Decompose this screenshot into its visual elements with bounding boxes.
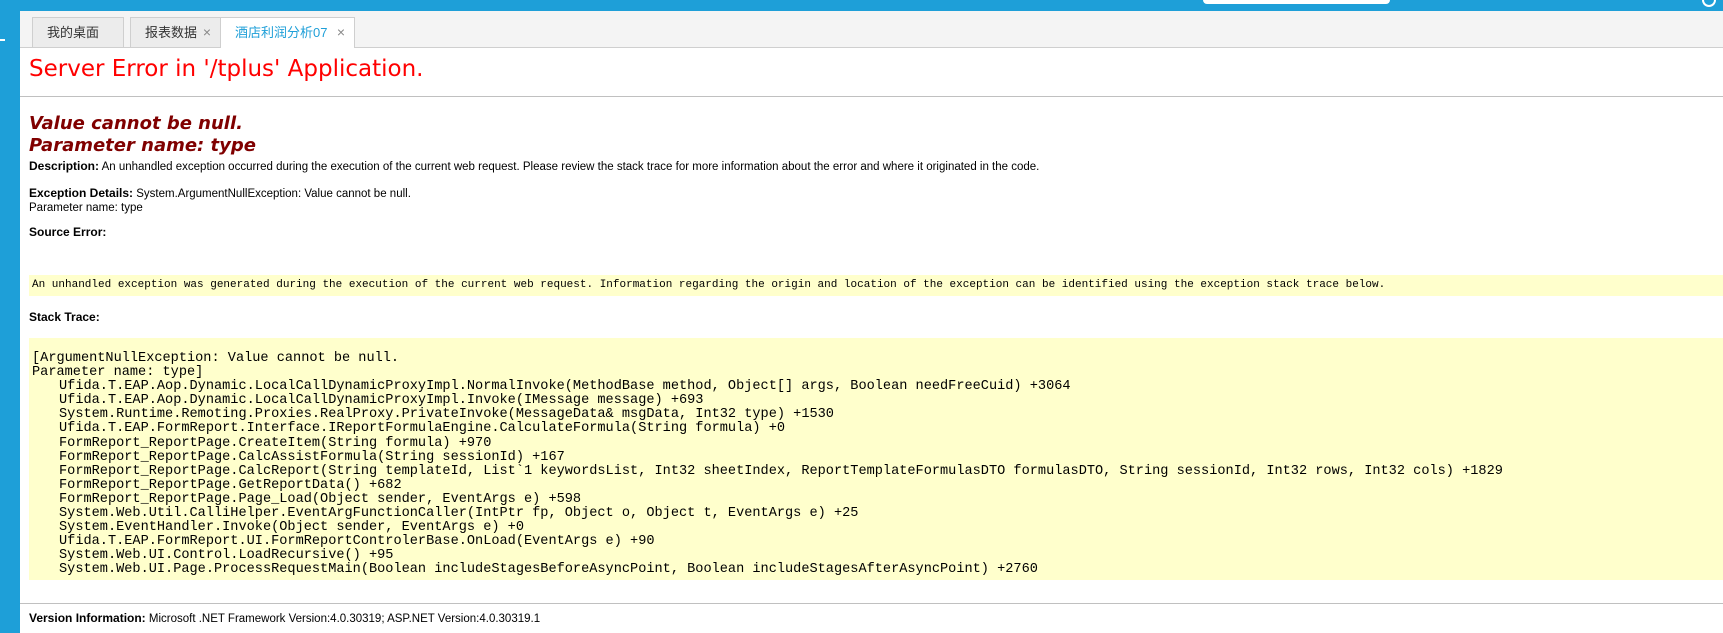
description: Description: An unhandled exception occu… xyxy=(29,159,1039,174)
stack-line: System.Runtime.Remoting.Proxies.RealProx… xyxy=(59,407,834,423)
error-message-line: Value cannot be null. xyxy=(29,113,243,134)
tab-hotel-profit-analysis[interactable]: 酒店利润分析07 × xyxy=(220,17,355,48)
stack-line: Ufida.T.EAP.FormReport.Interface.IReport… xyxy=(59,421,786,437)
stack-trace-heading: Stack Trace: xyxy=(29,310,100,325)
error-title: Server Error in '/tplus' Application. xyxy=(29,56,424,82)
tab-label: 报表数据 xyxy=(145,25,198,40)
stack-line: Ufida.T.EAP.FormReport.UI.FormReportCont… xyxy=(59,534,655,550)
divider xyxy=(20,603,1723,604)
version-text: Microsoft .NET Framework Version:4.0.303… xyxy=(148,613,541,625)
stack-line: System.Web.UI.Page.ProcessRequestMain(Bo… xyxy=(59,562,1038,578)
version-label: Version Information: xyxy=(29,611,146,625)
source-error-text: An unhandled exception was generated dur… xyxy=(32,279,1386,291)
error-page: Server Error in '/tplus' Application. Va… xyxy=(20,48,1723,633)
stack-line: FormReport_ReportPage.CalcReport(String … xyxy=(59,463,1503,479)
source-error-box: An unhandled exception was generated dur… xyxy=(29,275,1723,296)
error-message-line: Parameter name: type xyxy=(29,135,256,156)
stack-trace-label: Stack Trace: xyxy=(29,310,100,324)
description-text: An unhandled exception occurred during t… xyxy=(101,161,1040,173)
version-information: Version Information: Microsoft .NET Fram… xyxy=(29,611,540,626)
stack-line: Ufida.T.EAP.Aop.Dynamic.LocalCallDynamic… xyxy=(59,393,704,409)
stack-line: FormReport_ReportPage.Page_Load(Object s… xyxy=(59,491,582,507)
exception-label: Exception Details: xyxy=(29,186,134,200)
stack-line: FormReport_ReportPage.GetReportData() +6… xyxy=(59,477,402,493)
stack-header: [ArgumentNullException: Value cannot be … xyxy=(32,351,400,366)
tab-desktop[interactable]: 我的桌面 xyxy=(32,17,124,47)
sidebar-toggle-icon[interactable] xyxy=(0,39,5,41)
stack-line: System.Web.UI.Control.LoadRecursive() +9… xyxy=(59,548,394,564)
stack-line: FormReport_ReportPage.CalcAssistFormula(… xyxy=(59,449,565,465)
close-icon[interactable]: × xyxy=(337,18,345,47)
stack-trace-box: [ArgumentNullException: Value cannot be … xyxy=(29,338,1723,580)
stack-trace: [ArgumentNullException: Value cannot be … xyxy=(32,351,1503,578)
source-error-label: Source Error: xyxy=(29,225,107,239)
stack-line: Ufida.T.EAP.Aop.Dynamic.LocalCallDynamic… xyxy=(59,379,1071,395)
stack-line: System.EventHandler.Invoke(Object sender… xyxy=(59,520,524,536)
stack-header: Parameter name: type] xyxy=(32,365,204,381)
source-error-heading: Source Error: xyxy=(29,225,106,240)
exception-text: System.ArgumentNullException: Value cann… xyxy=(136,188,411,200)
tab-label: 我的桌面 xyxy=(47,25,100,40)
left-sidebar xyxy=(0,11,20,633)
tab-report-data[interactable]: 报表数据 × xyxy=(130,17,221,47)
exception-text-2: Parameter name: type xyxy=(29,202,143,214)
stack-line: FormReport_ReportPage.CreateItem(String … xyxy=(59,435,492,451)
stack-line: System.Web.Util.CalliHelper.EventArgFunc… xyxy=(59,506,859,522)
top-bar xyxy=(0,0,1723,11)
description-label: Description: xyxy=(29,159,100,173)
exception-details: Exception Details: System.ArgumentNullEx… xyxy=(29,186,411,215)
search-input[interactable] xyxy=(1203,0,1390,4)
divider xyxy=(20,96,1723,97)
close-icon[interactable]: × xyxy=(203,18,211,47)
user-icon[interactable] xyxy=(1702,0,1716,7)
error-message: Value cannot be null. Parameter name: ty… xyxy=(29,113,256,157)
tab-label: 酒店利润分析07 xyxy=(235,25,328,40)
tab-bar: 我的桌面 报表数据 × 酒店利润分析07 × xyxy=(20,11,1723,48)
